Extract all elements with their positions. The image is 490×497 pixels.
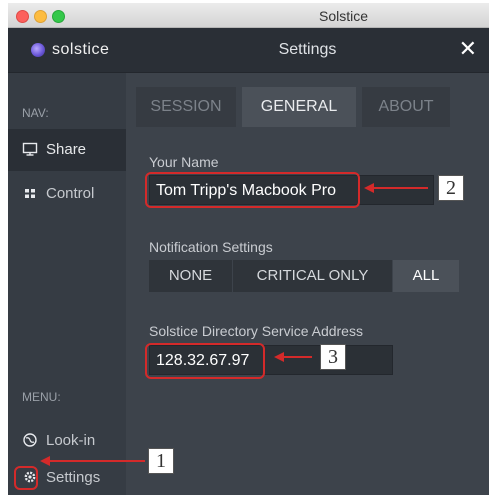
annotation-number-2: 2: [438, 175, 464, 201]
annotation-number-1: 1: [148, 448, 174, 474]
arrow-1-head: [40, 456, 50, 466]
annotation-arrows: [40, 183, 428, 466]
annotation-number-3: 3: [320, 344, 346, 370]
arrow-2-head: [364, 183, 374, 193]
arrow-3-head: [274, 352, 284, 362]
